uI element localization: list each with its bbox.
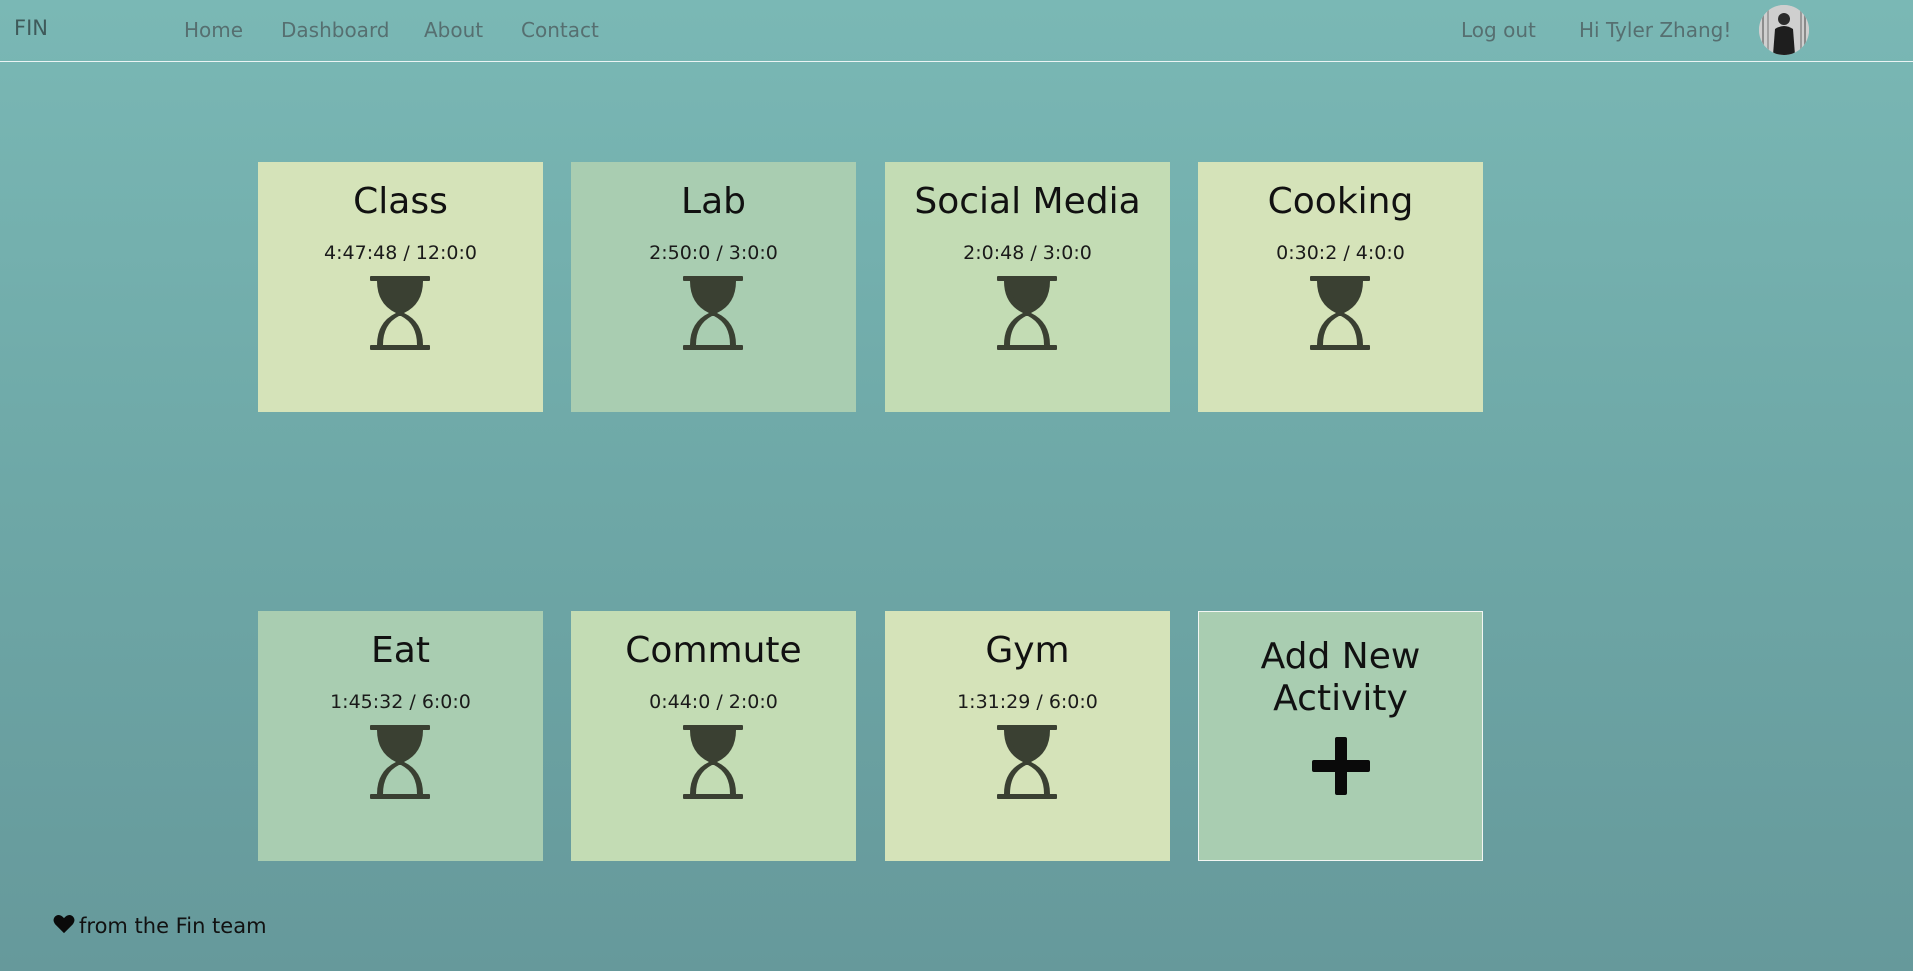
activity-card-gym[interactable]: Gym 1:31:29 / 6:0:0 — [885, 611, 1170, 861]
brand-logo[interactable]: FIN — [14, 16, 48, 40]
activity-time: 0:44:0 / 2:0:0 — [649, 691, 778, 713]
activity-time: 2:0:48 / 3:0:0 — [963, 242, 1092, 264]
activity-card-social-media[interactable]: Social Media 2:0:48 / 3:0:0 — [885, 162, 1170, 412]
hourglass-icon — [1308, 276, 1372, 350]
footer: from the Fin team — [53, 914, 267, 938]
add-activity-title: Add New Activity — [1199, 636, 1482, 720]
hourglass-icon — [995, 276, 1059, 350]
avatar[interactable] — [1759, 5, 1809, 55]
hourglass-icon — [681, 725, 745, 799]
add-activity-card[interactable]: Add New Activity — [1198, 611, 1483, 861]
activity-card-class[interactable]: Class 4:47:48 / 12:0:0 — [258, 162, 543, 412]
activity-title: Social Media — [914, 181, 1141, 222]
add-activity-title-line2: Activity — [1273, 678, 1408, 719]
activity-title: Gym — [985, 630, 1070, 671]
activity-title: Cooking — [1267, 181, 1414, 222]
nav-link-contact[interactable]: Contact — [521, 18, 599, 42]
activity-title: Lab — [681, 181, 746, 222]
activity-card-cooking[interactable]: Cooking 0:30:2 / 4:0:0 — [1198, 162, 1483, 412]
activity-title: Eat — [371, 630, 430, 671]
add-activity-title-line1: Add New — [1260, 636, 1421, 677]
logout-link[interactable]: Log out — [1461, 18, 1536, 42]
activity-card-commute[interactable]: Commute 0:44:0 / 2:0:0 — [571, 611, 856, 861]
activity-time: 2:50:0 / 3:0:0 — [649, 242, 778, 264]
activity-time: 4:47:48 / 12:0:0 — [324, 242, 477, 264]
activity-card-lab[interactable]: Lab 2:50:0 / 3:0:0 — [571, 162, 856, 412]
plus-icon[interactable] — [1312, 737, 1370, 795]
hourglass-icon — [368, 276, 432, 350]
navbar: FIN Home Dashboard About Contact Log out… — [0, 0, 1913, 62]
footer-text: from the Fin team — [79, 914, 267, 938]
activity-time: 1:31:29 / 6:0:0 — [957, 691, 1098, 713]
nav-link-dashboard[interactable]: Dashboard — [281, 18, 390, 42]
user-greeting[interactable]: Hi Tyler Zhang! — [1579, 18, 1731, 42]
activity-time: 0:30:2 / 4:0:0 — [1276, 242, 1405, 264]
nav-link-home[interactable]: Home — [184, 18, 243, 42]
hourglass-icon — [368, 725, 432, 799]
hourglass-icon — [681, 276, 745, 350]
activity-title: Class — [353, 181, 448, 222]
nav-link-about[interactable]: About — [424, 18, 483, 42]
activity-time: 1:45:32 / 6:0:0 — [330, 691, 471, 713]
activity-title: Commute — [625, 630, 802, 671]
activity-card-eat[interactable]: Eat 1:45:32 / 6:0:0 — [258, 611, 543, 861]
hourglass-icon — [995, 725, 1059, 799]
heart-icon — [53, 915, 75, 934]
